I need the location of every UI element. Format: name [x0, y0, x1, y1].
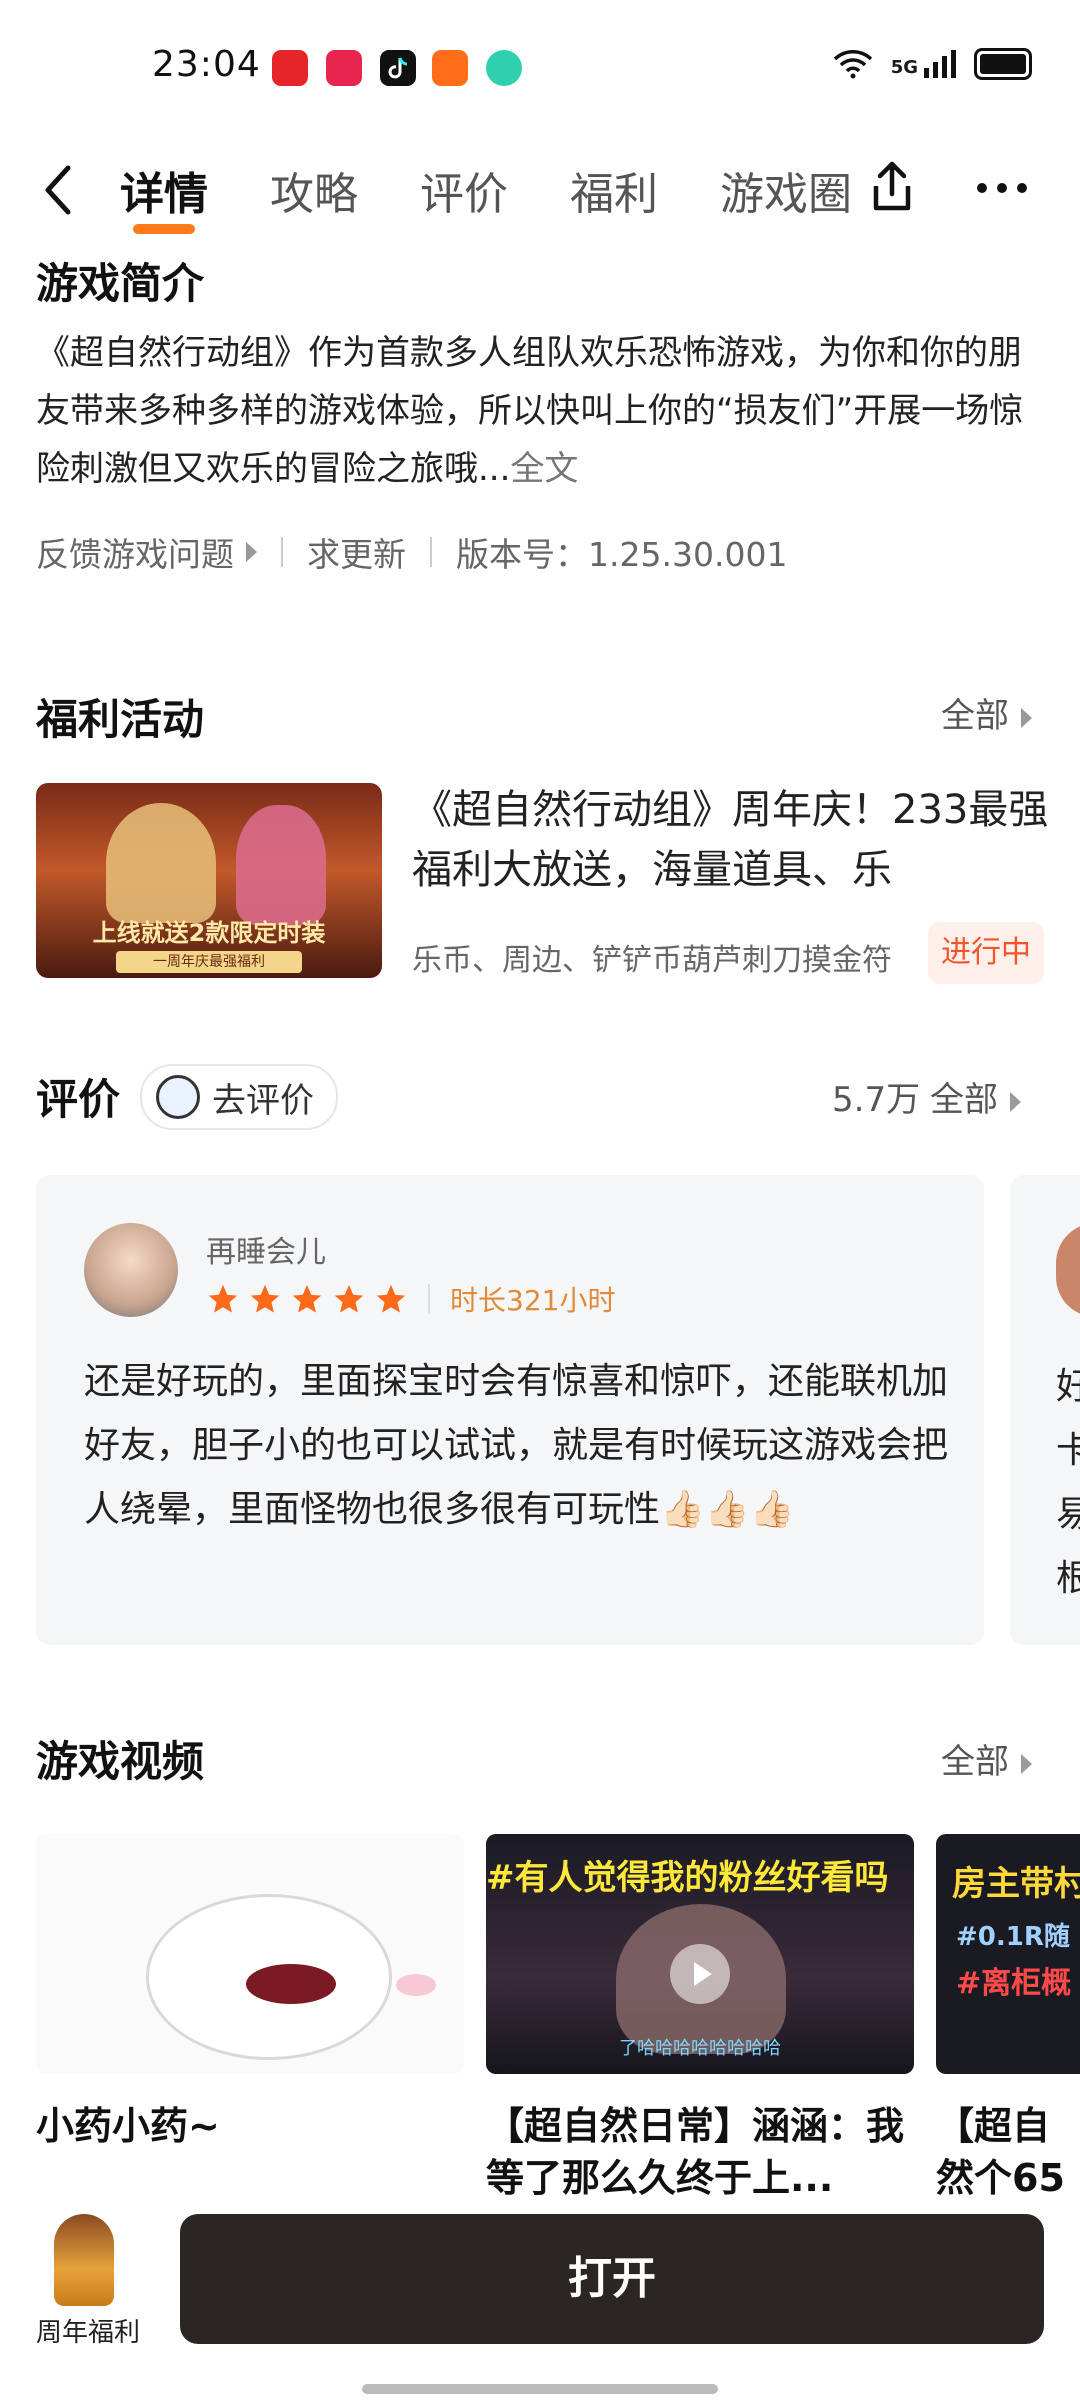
banner-headline: 上线就送2款限定时装 [92, 919, 326, 947]
character-figure [106, 803, 216, 923]
reviews-count: 5.7万 [832, 1080, 921, 1120]
feedback-link[interactable]: 反馈游戏问题 [36, 528, 234, 576]
version-label: 版本号：1.25.30.001 [456, 535, 788, 574]
video-overlay-text: #有人觉得我的粉丝好看吗 [486, 1858, 889, 1898]
star-icon [334, 1284, 364, 1313]
divider [430, 537, 432, 567]
intro-text: 《超自然行动组》作为首款多人组队欢乐恐怖游戏，为你和你的朋友带来多种多样的游戏体… [36, 324, 1046, 498]
tab-details[interactable]: 详情 [120, 158, 208, 222]
tab-welfare[interactable]: 福利 [570, 158, 658, 222]
welfare-title: 福利活动 [36, 695, 205, 744]
video-tag: #离柜概 [956, 1966, 1072, 2001]
welfare-all-label: 全部 [941, 696, 1009, 736]
peek-line: 易 [1056, 1494, 1080, 1535]
avatar [84, 1223, 178, 1317]
welfare-all-link[interactable]: 全部 [941, 688, 1032, 737]
review-text-peek: 好 卡 易 根 [1056, 1355, 1080, 1611]
welfare-item-title[interactable]: 《超自然行动组》周年庆！233最强福利大放送，海量道具、乐 [412, 780, 1052, 900]
banner-subline: 一周年庆最强福利 [116, 951, 302, 973]
video-title[interactable]: 小药小药~ [36, 2100, 464, 2152]
play-icon[interactable] [670, 1944, 730, 2004]
tab-reviews[interactable]: 评价 [420, 158, 508, 222]
review-playtime: 时长321小时 [450, 1284, 616, 1317]
active-tab-indicator [133, 224, 195, 234]
status-badge: 进行中 [928, 922, 1044, 984]
open-button[interactable]: 打开 [180, 2214, 1044, 2344]
character-figure [236, 805, 326, 925]
intro-title: 游戏简介 [36, 259, 205, 308]
chevron-right-icon [1010, 1091, 1021, 1112]
home-indicator[interactable] [362, 2384, 718, 2394]
reviews-all-label: 全部 [930, 1080, 998, 1120]
videos-all-label: 全部 [941, 1742, 1009, 1782]
video-tag: #0.1R随 [956, 1922, 1070, 1952]
battery-icon [974, 48, 1032, 80]
douyin-icon [380, 50, 416, 86]
review-card-next[interactable]: 好 卡 易 根 [1010, 1175, 1080, 1645]
video-thumbnail[interactable] [36, 1834, 464, 2074]
chevron-right-icon [1021, 1753, 1032, 1774]
video-title[interactable]: 【超自然日常】涵涵：我等了那么久终于上... [486, 2100, 914, 2204]
chevron-right-icon [246, 542, 257, 562]
review-card[interactable]: 再睡会儿 时长321小时 还是好玩的，里面探宝时会有惊喜和惊吓，还能联机加好友，… [36, 1175, 984, 1645]
chat-icon [486, 50, 522, 86]
peek-line: 卡 [1056, 1430, 1080, 1471]
anniversary-welfare-entry[interactable]: 周年福利 [36, 2214, 141, 2349]
go-review-label: 去评价 [212, 1080, 314, 1121]
go-review-button[interactable]: 去评价 [140, 1064, 338, 1130]
illustration [396, 1974, 436, 1996]
video-overlay-text: 房主带村 [952, 1864, 1080, 1904]
status-bar: 23:04 5G [0, 0, 1080, 140]
star-icon [292, 1284, 322, 1313]
back-arrow-icon[interactable] [40, 162, 76, 218]
divider [281, 537, 283, 567]
signal-icon: 5G [891, 50, 956, 78]
pinduoduo-icon [326, 50, 362, 86]
status-time: 23:04 [152, 44, 261, 85]
review-username: 再睡会儿 [206, 1235, 326, 1270]
tab-guide[interactable]: 攻略 [270, 158, 358, 222]
avatar [1056, 1223, 1080, 1317]
intro-more-link[interactable]: 全文 [510, 449, 578, 489]
video-thumbnail[interactable]: #有人觉得我的粉丝好看吗 了哈哈哈哈哈哈哈哈 [486, 1834, 914, 2074]
status-right: 5G [833, 48, 1032, 80]
star-icon [376, 1284, 406, 1313]
mascot-icon [54, 2214, 114, 2306]
review-text: 还是好玩的，里面探宝时会有惊喜和惊吓，还能联机加好友，胆子小的也可以试试，就是有… [84, 1361, 949, 1530]
videos-title: 游戏视频 [36, 1737, 205, 1786]
divider [428, 1284, 430, 1314]
peek-line: 好 [1056, 1366, 1080, 1407]
illustration [246, 1964, 336, 2004]
star-icon [208, 1284, 238, 1313]
network-label: 5G [890, 57, 918, 78]
welfare-banner-image[interactable]: 上线就送2款限定时装 一周年庆最强福利 [36, 783, 382, 978]
chevron-right-icon [1021, 707, 1032, 728]
peek-line: 根 [1056, 1558, 1080, 1599]
tab-game-circle[interactable]: 游戏圈 [720, 158, 852, 222]
wifi-icon [833, 50, 872, 79]
intro-meta: 反馈游戏问题 求更新 版本号：1.25.30.001 [36, 528, 787, 576]
video-thumbnail[interactable]: 房主带村 #0.1R随 #离柜概 [936, 1834, 1080, 2074]
reviews-all-link[interactable]: 全部 [930, 1072, 1021, 1121]
request-update-link[interactable]: 求更新 [307, 528, 406, 576]
game-center-icon [432, 50, 468, 86]
videos-all-link[interactable]: 全部 [941, 1734, 1032, 1783]
star-icon [250, 1284, 280, 1313]
anniversary-welfare-label: 周年福利 [36, 2318, 141, 2348]
video-caption: 了哈哈哈哈哈哈哈哈 [619, 2038, 781, 2059]
toutiao-icon [272, 50, 308, 86]
more-icon[interactable] [974, 178, 1030, 198]
share-icon[interactable] [866, 158, 918, 218]
reviews-title: 评价 [36, 1075, 121, 1124]
welfare-item-subtitle: 乐币、周边、铲铲币葫芦刺刀摸金符 [412, 943, 892, 978]
review-stars: 时长321小时 [206, 1279, 615, 1319]
review-avatar-icon [156, 1075, 200, 1119]
